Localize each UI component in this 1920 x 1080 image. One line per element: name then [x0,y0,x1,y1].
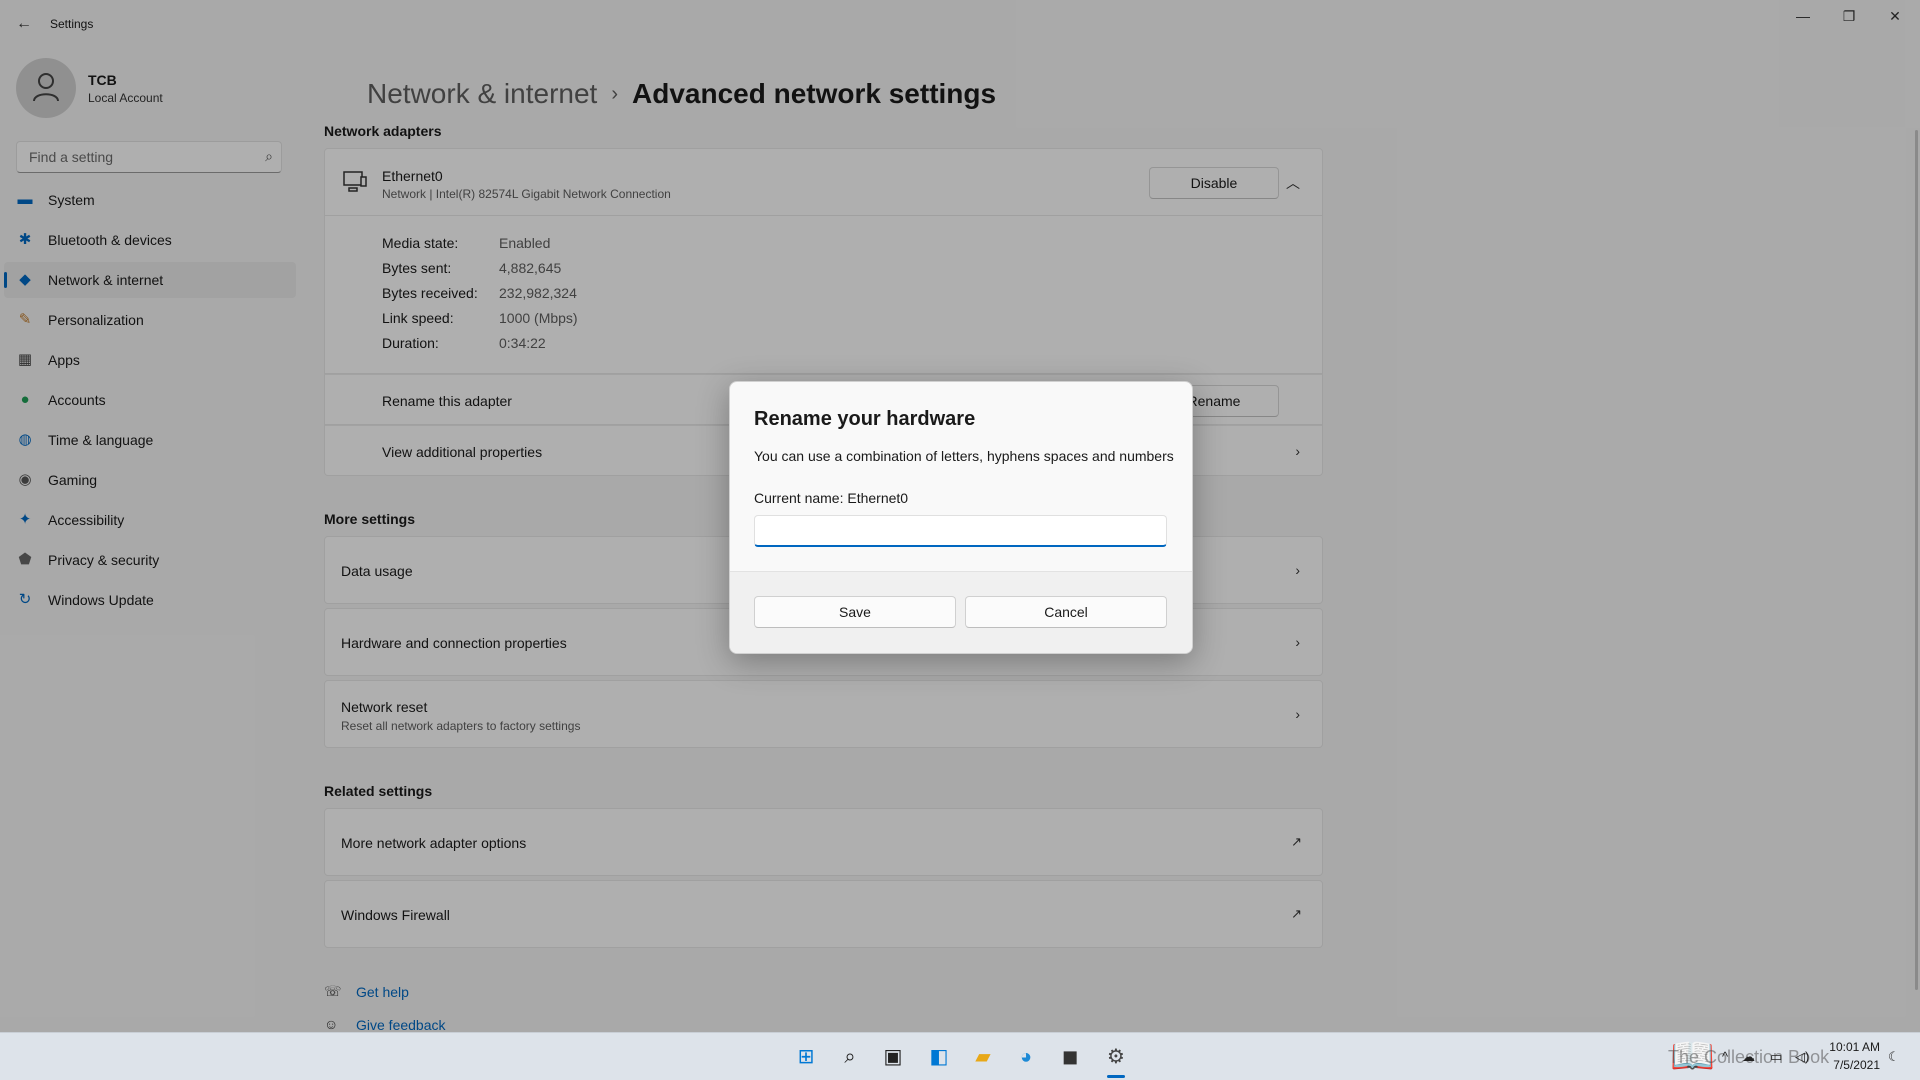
onedrive-icon[interactable]: ☁ [1742,1049,1755,1065]
save-button[interactable]: Save [754,596,956,628]
store-icon[interactable]: ◼ [1056,1043,1084,1071]
dialog-title: Rename your hardware [754,408,976,430]
edge-icon[interactable]: ◕ [1012,1043,1040,1071]
cancel-button[interactable]: Cancel [965,596,1167,628]
file-explorer-icon[interactable]: ▰ [969,1043,997,1071]
search-icon[interactable]: ⌕ [836,1043,864,1071]
clock[interactable]: 10:01 AM 7/5/2021 [1829,1038,1880,1074]
active-app-indicator [1107,1075,1125,1078]
notification-icon[interactable]: ☾ [1888,1049,1900,1065]
settings-icon[interactable]: ⚙ [1102,1043,1130,1071]
rename-hardware-dialog: Rename your hardware You can use a combi… [729,381,1193,654]
widgets-icon[interactable]: ◧ [925,1043,953,1071]
taskbar: ⊞ ⌕ ▣ ◧ ▰ ◕ ◼ ⚙ 📖 The Collection Book ^ ☁ ▭ ◁) … [0,1032,1920,1080]
start-icon[interactable]: ⊞ [792,1043,820,1071]
clock-time: 10:01 AM [1829,1040,1880,1054]
clock-date: 7/5/2021 [1833,1058,1880,1072]
settings-window: ← Settings — ❐ ✕ TCB Local Account ⌕ ▬Sy… [0,0,1920,1033]
dialog-description: You can use a combination of letters, hy… [754,448,1174,464]
volume-icon[interactable]: ◁) [1795,1049,1809,1065]
scrollbar[interactable] [1915,130,1918,990]
current-name-label: Current name: Ethernet0 [754,490,909,506]
new-name-input[interactable] [765,522,1159,540]
network-icon[interactable]: ▭ [1770,1049,1782,1065]
task-view-icon[interactable]: ▣ [879,1043,907,1071]
new-name-field [754,515,1167,547]
chevron-up-icon[interactable]: ^ [1722,1049,1728,1064]
dialog-footer: Save Cancel [730,571,1192,653]
